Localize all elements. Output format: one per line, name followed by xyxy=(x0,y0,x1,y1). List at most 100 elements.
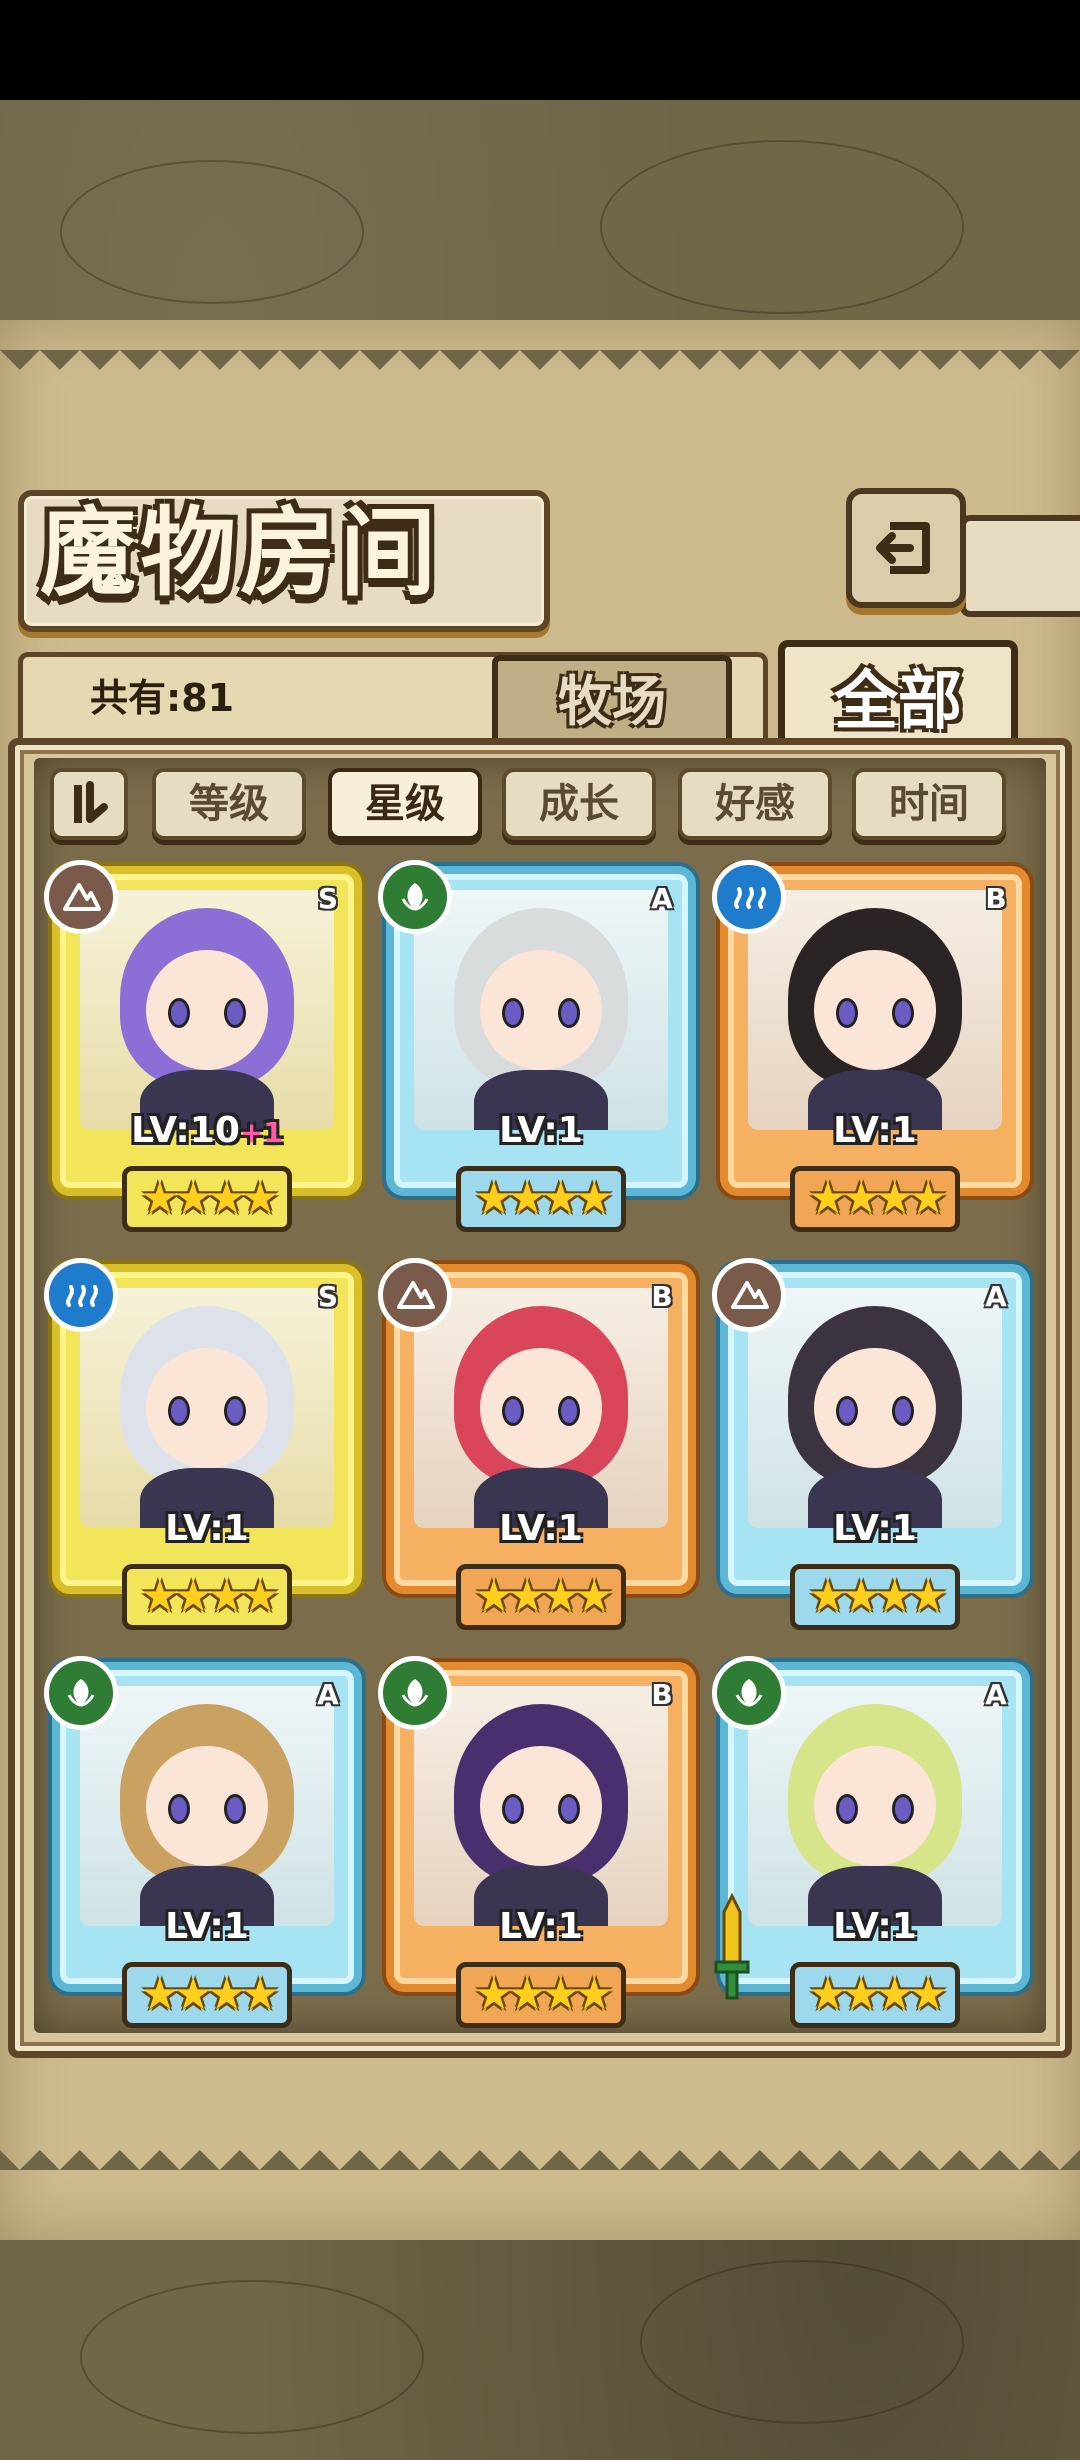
star-tray: ★★★★ xyxy=(790,1166,960,1232)
level-value: LV:1 xyxy=(833,1508,917,1549)
tab-ranch[interactable]: 牧场 xyxy=(492,655,732,738)
rank-badge: B xyxy=(985,882,1007,915)
character-eye xyxy=(224,1396,246,1426)
monster-card[interactable]: B LV:1 ★★★★ xyxy=(712,860,1030,1238)
monster-count: 共有:81 xyxy=(90,676,235,720)
character-eye xyxy=(558,998,580,1028)
monster-card[interactable]: S LV:10+1 ★★★★ xyxy=(44,860,362,1238)
leaf-element-icon xyxy=(44,1656,118,1730)
sort-growth-button[interactable]: 成长 xyxy=(502,768,656,840)
level-label: LV:1 xyxy=(720,1110,1030,1151)
sort-order-icon xyxy=(74,781,108,823)
leaf-element-icon xyxy=(712,1656,786,1730)
character-eye xyxy=(836,998,858,1028)
monster-portrait xyxy=(748,1686,1002,1926)
monster-portrait xyxy=(80,1288,334,1528)
level-label: LV:1 xyxy=(52,1906,362,1947)
character-eye xyxy=(224,998,246,1028)
sort-affection-button[interactable]: 好感 xyxy=(678,768,832,840)
page-title: 魔物房间 xyxy=(40,496,440,609)
sort-time-button[interactable]: 时间 xyxy=(852,768,1006,840)
monster-portrait xyxy=(80,890,334,1130)
star-rating: ★★★★ xyxy=(808,1173,948,1224)
level-value: LV:1 xyxy=(165,1906,249,1947)
character-eye xyxy=(836,1794,858,1824)
star-tray: ★★★★ xyxy=(122,1564,292,1630)
back-rail xyxy=(960,515,1080,617)
level-label: LV:1 xyxy=(720,1508,1030,1549)
character-eye xyxy=(892,1794,914,1824)
level-value: LV:1 xyxy=(165,1508,249,1549)
tab-all[interactable]: 全部 xyxy=(778,640,1018,750)
level-label: LV:1 xyxy=(720,1906,1030,1947)
character-eye xyxy=(558,1794,580,1824)
rank-badge: A xyxy=(985,1280,1007,1313)
star-rating: ★★★★ xyxy=(808,1571,948,1622)
character-face xyxy=(146,1348,268,1468)
star-tray: ★★★★ xyxy=(790,1564,960,1630)
character-face xyxy=(480,950,602,1070)
character-face xyxy=(146,1746,268,1866)
star-tray: ★★★★ xyxy=(122,1962,292,2028)
star-tray: ★★★★ xyxy=(456,1962,626,2028)
rank-badge: S xyxy=(317,1280,339,1313)
back-arrow-icon xyxy=(876,522,930,574)
character-eye xyxy=(168,1794,190,1824)
leaf-element-icon xyxy=(378,860,452,934)
star-rating: ★★★★ xyxy=(140,1173,280,1224)
character-face xyxy=(814,1348,936,1468)
star-rating: ★★★★ xyxy=(140,1969,280,2020)
water-element-icon xyxy=(44,1258,118,1332)
map-decoration xyxy=(640,2260,964,2424)
star-tray: ★★★★ xyxy=(122,1166,292,1232)
level-label: LV:1 xyxy=(52,1508,362,1549)
level-value: LV:1 xyxy=(833,1110,917,1151)
character-face xyxy=(814,950,936,1070)
back-button[interactable] xyxy=(846,488,966,608)
star-rating: ★★★★ xyxy=(808,1969,948,2020)
sort-level-button[interactable]: 等级 xyxy=(152,768,306,840)
star-rating: ★★★★ xyxy=(474,1571,614,1622)
level-value: LV:1 xyxy=(499,1110,583,1151)
character-face xyxy=(480,1746,602,1866)
earth-element-icon xyxy=(712,1258,786,1332)
zigzag-border-top xyxy=(0,350,1080,390)
map-decoration xyxy=(80,2280,424,2434)
monster-card[interactable]: B LV:1 ★★★★ xyxy=(378,1258,696,1636)
monster-card[interactable]: A LV:1 ★★★★ xyxy=(712,1258,1030,1636)
zigzag-border-bottom xyxy=(0,2130,1080,2170)
character-face xyxy=(814,1746,936,1866)
earth-element-icon xyxy=(378,1258,452,1332)
monster-card[interactable]: A LV:1 ★★★★ xyxy=(712,1656,1030,2034)
character-eye xyxy=(502,1794,524,1824)
rank-badge: B xyxy=(651,1678,673,1711)
character-eye xyxy=(168,998,190,1028)
character-eye xyxy=(168,1396,190,1426)
character-eye xyxy=(836,1396,858,1426)
rank-badge: A xyxy=(317,1678,339,1711)
earth-element-icon xyxy=(44,860,118,934)
star-rating: ★★★★ xyxy=(140,1571,280,1622)
level-label: LV:10+1 xyxy=(52,1110,362,1151)
monster-card[interactable]: A LV:1 ★★★★ xyxy=(378,860,696,1238)
star-tray: ★★★★ xyxy=(456,1564,626,1630)
rank-badge: A xyxy=(985,1678,1007,1711)
rank-badge: B xyxy=(651,1280,673,1313)
rank-badge: S xyxy=(317,882,339,915)
character-eye xyxy=(892,998,914,1028)
character-eye xyxy=(224,1794,246,1824)
sort-star-button[interactable]: 星级 xyxy=(328,768,482,840)
character-eye xyxy=(558,1396,580,1426)
monster-portrait xyxy=(414,890,668,1130)
level-value: LV:1 xyxy=(499,1508,583,1549)
level-value: LV:1 xyxy=(833,1906,917,1947)
monster-portrait xyxy=(414,1686,668,1926)
monster-portrait xyxy=(748,1288,1002,1528)
monster-card[interactable]: S LV:1 ★★★★ xyxy=(44,1258,362,1636)
monster-card[interactable]: A LV:1 ★★★★ xyxy=(44,1656,362,2034)
level-value: LV:1 xyxy=(499,1906,583,1947)
star-tray: ★★★★ xyxy=(790,1962,960,2028)
monster-portrait xyxy=(748,890,1002,1130)
sort-order-button[interactable] xyxy=(50,768,128,840)
monster-card[interactable]: B LV:1 ★★★★ xyxy=(378,1656,696,2034)
